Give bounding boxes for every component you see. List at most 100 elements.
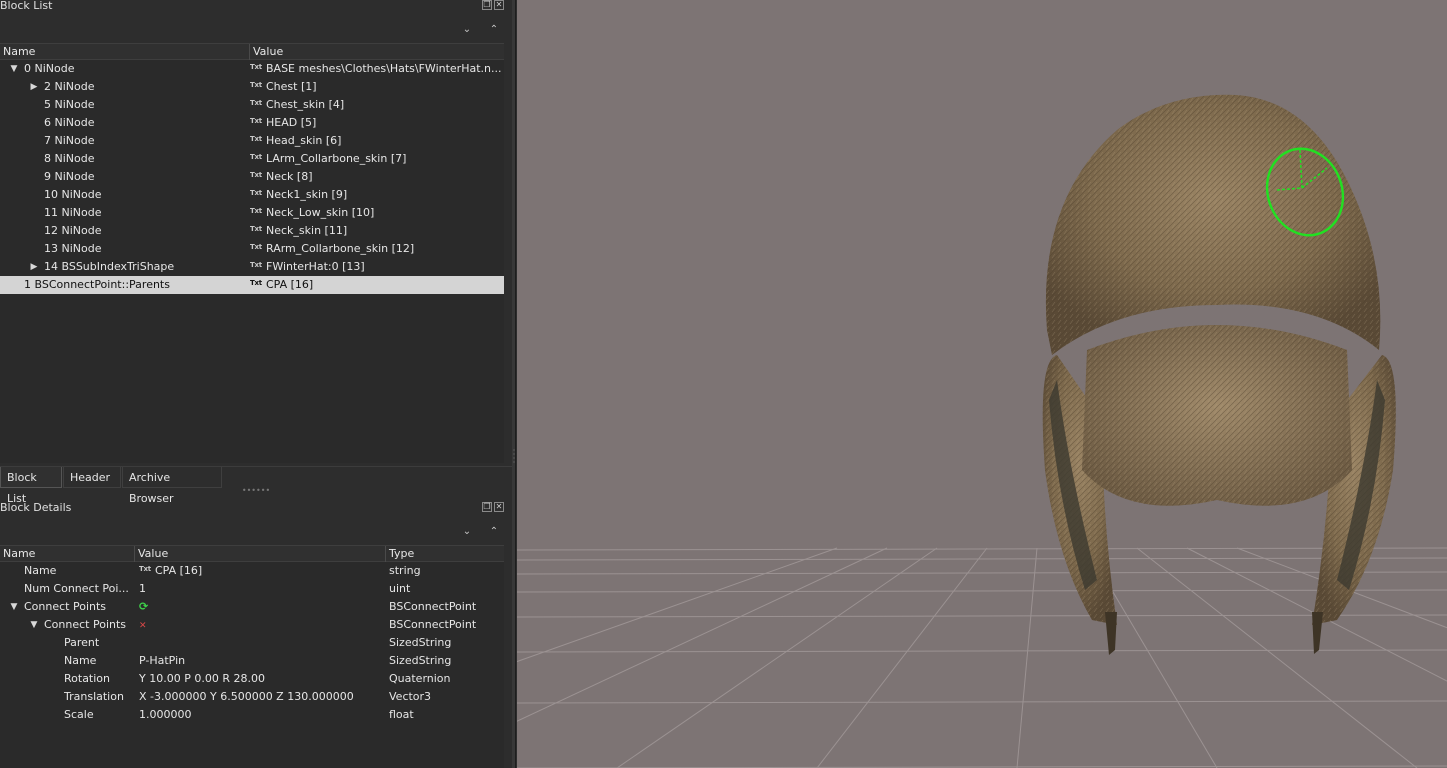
close-icon[interactable]: ✕ — [494, 0, 504, 10]
field-value[interactable]: ✕ — [139, 616, 384, 634]
block-value-text: BASE meshes\Clothes\Hats\FWinterHat.n... — [266, 62, 502, 75]
block-list-row[interactable]: 9 NiNode Txt Neck [8] — [0, 168, 504, 186]
block-details-tree[interactable]: Name Value Type Name Txt CPA [16] string Num… — [0, 545, 504, 768]
txt-icon: Txt — [250, 243, 262, 251]
block-list-row[interactable]: 5 NiNode Txt Chest_skin [4] — [0, 96, 504, 114]
field-type: Vector3 — [389, 690, 432, 703]
expand-all-icon[interactable]: ⌃ — [487, 23, 501, 37]
block-detail-row[interactable]: Rotation Y 10.00 P 0.00 R 28.00 Quaternion — [0, 670, 504, 688]
block-value: Txt Chest_skin [4] — [250, 96, 502, 114]
tab-header[interactable]: Header — [63, 467, 121, 488]
field-value[interactable]: 1.000000 — [139, 706, 384, 724]
block-detail-row[interactable]: Parent SizedString — [0, 634, 504, 652]
float-icon[interactable]: ❐ — [482, 502, 492, 512]
block-detail-row[interactable]: ▼ Connect Points ✕ BSConnectPoint — [0, 616, 504, 634]
field-value[interactable]: Y 10.00 P 0.00 R 28.00 — [139, 670, 384, 688]
block-value-text: Neck [8] — [266, 170, 313, 183]
field-type: SizedString — [389, 636, 452, 649]
block-list-row[interactable]: ▶ 14 BSSubIndexTriShape Txt FWinterHat:0 [1… — [0, 258, 504, 276]
block-value-text: CPA [16] — [266, 278, 314, 291]
block-value: Txt Neck [8] — [250, 168, 502, 186]
block-detail-row[interactable]: Name Txt CPA [16] string — [0, 562, 504, 580]
field-value[interactable]: P-HatPin — [139, 652, 384, 670]
field-name: Connect Points — [24, 600, 107, 613]
block-list-row[interactable]: 12 NiNode Txt Neck_skin [11] — [0, 222, 504, 240]
block-detail-row[interactable]: Name P-HatPin SizedString — [0, 652, 504, 670]
expand-all-icon[interactable]: ⌃ — [487, 525, 501, 539]
block-detail-row[interactable]: Scale 1.000000 float — [0, 706, 504, 724]
field-value-text: CPA [16] — [155, 564, 203, 577]
block-value: Txt FWinterHat:0 [13] — [250, 258, 502, 276]
collapsed-arrow-icon[interactable]: ▶ — [29, 78, 39, 96]
field-value-text: 1.000000 — [139, 708, 192, 721]
field-name: Translation — [64, 690, 124, 703]
block-value: Txt Neck_Low_skin [10] — [250, 204, 502, 222]
txt-icon: Txt — [139, 565, 151, 573]
block-detail-row[interactable]: Translation X -3.000000 Y 6.500000 Z 130.… — [0, 688, 504, 706]
render-viewport[interactable] — [517, 0, 1447, 768]
block-list-row[interactable]: 6 NiNode Txt HEAD [5] — [0, 114, 504, 132]
expanded-arrow-icon[interactable]: ▼ — [9, 60, 19, 78]
block-list-row[interactable]: 13 NiNode Txt RArm_Collarbone_skin [12] — [0, 240, 504, 258]
axes-icon[interactable]: ✕ — [139, 621, 147, 631]
block-detail-row[interactable]: ▼ Connect Points ⟳ BSConnectPoint — [0, 598, 504, 616]
tab-block-list[interactable]: Block List — [0, 467, 62, 505]
column-type[interactable]: Type — [386, 546, 504, 562]
column-value[interactable]: Value — [135, 546, 386, 562]
field-name: Scale — [64, 708, 94, 721]
block-list-row[interactable]: 8 NiNode Txt LArm_Collarbone_skin [7] — [0, 150, 504, 168]
block-list-dock-title: Block List ❐ ✕ — [0, 0, 508, 14]
column-value[interactable]: Value — [250, 44, 504, 60]
fur-hat-model — [1042, 94, 1396, 655]
block-details-rows: Name Txt CPA [16] string Num Connect Poi... 1… — [0, 562, 504, 724]
floor-grid — [517, 547, 1447, 768]
horizontal-splitter[interactable]: •••••• — [0, 487, 512, 495]
block-value-text: Neck_skin [11] — [266, 224, 348, 237]
field-name: Connect Points — [44, 618, 127, 631]
tab-archive-browser[interactable]: Archive Browser — [122, 467, 222, 505]
block-value: Txt Neck_skin [11] — [250, 222, 502, 240]
expanded-arrow-icon[interactable]: ▼ — [9, 598, 19, 616]
block-name: 1 BSConnectPoint::Parents — [24, 278, 170, 291]
block-value-text: Neck_Low_skin [10] — [266, 206, 375, 219]
txt-icon: Txt — [250, 81, 262, 89]
field-value-text: P-HatPin — [139, 654, 186, 667]
block-name: 7 NiNode — [44, 134, 95, 147]
field-value[interactable]: ⟳ — [139, 598, 384, 616]
field-name: Name — [64, 654, 97, 667]
block-value-text: Head_skin [6] — [266, 134, 342, 147]
collapsed-arrow-icon[interactable]: ▶ — [29, 258, 39, 276]
txt-icon: Txt — [250, 261, 262, 269]
block-value: Txt CPA [16] — [250, 276, 502, 294]
block-list-row[interactable]: 7 NiNode Txt Head_skin [6] — [0, 132, 504, 150]
block-list-row[interactable]: 10 NiNode Txt Neck1_skin [9] — [0, 186, 504, 204]
block-name: 12 NiNode — [44, 224, 102, 237]
column-name[interactable]: Name — [0, 44, 250, 60]
float-icon[interactable]: ❐ — [482, 0, 492, 10]
block-list-row[interactable]: 11 NiNode Txt Neck_Low_skin [10] — [0, 204, 504, 222]
field-name: Rotation — [64, 672, 111, 685]
block-list-tree[interactable]: Name Value ▼ 0 NiNode Txt BASE meshes\Cloth… — [0, 43, 504, 463]
field-value[interactable]: X -3.000000 Y 6.500000 Z 130.000000 — [139, 688, 384, 706]
block-list-row[interactable]: ▼ 0 NiNode Txt BASE meshes\Clothes\Hats\FWi… — [0, 60, 504, 78]
txt-icon: Txt — [250, 63, 262, 71]
block-detail-row[interactable]: Num Connect Poi... 1 uint — [0, 580, 504, 598]
block-value-text: FWinterHat:0 [13] — [266, 260, 365, 273]
block-list-row[interactable]: ▶ 2 NiNode Txt Chest [1] — [0, 78, 504, 96]
collapse-all-icon[interactable]: ⌄ — [460, 23, 474, 37]
expanded-arrow-icon[interactable]: ▼ — [29, 616, 39, 634]
column-name[interactable]: Name — [0, 546, 135, 562]
field-value[interactable] — [139, 634, 384, 652]
block-list-row[interactable]: 1 BSConnectPoint::Parents Txt CPA [16] — [0, 276, 504, 294]
dock-tab-bar: Block List Header Archive Browser — [0, 466, 512, 505]
vertical-splitter[interactable]: · · · · — [512, 0, 516, 768]
refresh-icon[interactable]: ⟳ — [139, 600, 148, 613]
field-value-text: X -3.000000 Y 6.500000 Z 130.000000 — [139, 690, 354, 703]
txt-icon: Txt — [250, 117, 262, 125]
field-value[interactable]: Txt CPA [16] — [139, 562, 384, 580]
collapse-all-icon[interactable]: ⌄ — [460, 525, 474, 539]
block-value: Txt LArm_Collarbone_skin [7] — [250, 150, 502, 168]
field-value[interactable]: 1 — [139, 580, 384, 598]
block-name: 0 NiNode — [24, 62, 75, 75]
close-icon[interactable]: ✕ — [494, 502, 504, 512]
